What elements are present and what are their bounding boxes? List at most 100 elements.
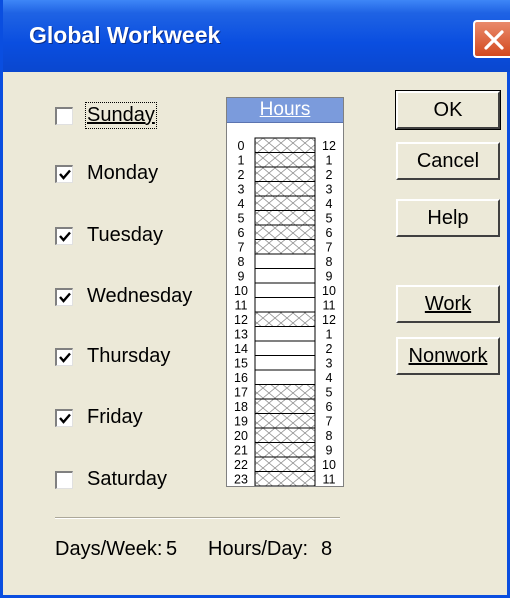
checkbox-label-sunday: Sunday (85, 102, 157, 129)
hour-label-left-11: 11 (235, 299, 248, 313)
hour-label-left-21: 21 (234, 444, 248, 458)
hour-label-left-14: 14 (234, 342, 248, 356)
days-per-week-label: Days/Week: (55, 538, 163, 560)
checkbox-box[interactable] (55, 165, 73, 183)
hour-label-right-0: 12 (322, 139, 336, 153)
hour-label-right-16: 4 (326, 371, 333, 385)
checkbox-box[interactable] (55, 107, 73, 125)
hour-cell-7[interactable] (254, 239, 316, 255)
hour-label-left-17: 17 (234, 386, 248, 400)
hour-cell-2[interactable] (254, 166, 316, 182)
days-per-week-value: 5 (166, 538, 178, 560)
hour-label-right-18: 6 (326, 400, 333, 414)
hour-label-left-0: 0 (238, 139, 245, 153)
hour-label-right-12: 12 (322, 313, 336, 327)
check-icon (59, 413, 71, 424)
hour-cell-21[interactable] (254, 442, 316, 458)
hour-label-right-4: 4 (326, 197, 333, 211)
hour-label-right-9: 9 (326, 270, 333, 284)
check-icon (59, 292, 71, 303)
hour-cell-9[interactable] (254, 268, 316, 284)
hour-cell-16[interactable] (254, 369, 316, 385)
hour-label-left-4: 4 (238, 197, 245, 211)
hours-per-day-value: 8 (321, 538, 333, 560)
hour-label-right-7: 7 (326, 241, 333, 255)
cancel-button[interactable]: Cancel (396, 142, 500, 180)
hour-label-right-1: 1 (326, 154, 333, 168)
hour-label-right-3: 3 (326, 183, 333, 197)
close-button[interactable] (473, 20, 510, 58)
hour-cell-11[interactable] (254, 297, 316, 313)
hour-label-right-15: 3 (326, 357, 333, 371)
hour-cell-13[interactable] (254, 326, 316, 342)
hour-label-left-8: 8 (238, 255, 245, 269)
hour-label-left-10: 10 (234, 284, 248, 298)
checkbox-box[interactable] (55, 471, 73, 489)
hour-label-right-17: 5 (326, 386, 333, 400)
checkbox-box[interactable] (55, 227, 73, 245)
help-button[interactable]: Help (396, 199, 500, 237)
hour-label-right-10: 10 (322, 284, 336, 298)
checkbox-label-friday: Friday (87, 406, 143, 428)
hour-label-right-6: 6 (326, 226, 333, 240)
hour-label-left-3: 3 (238, 183, 245, 197)
work-button[interactable]: Work (396, 285, 500, 323)
hour-label-left-16: 16 (234, 371, 248, 385)
hour-label-left-9: 9 (238, 270, 245, 284)
checkbox-label-thursday: Thursday (87, 345, 171, 367)
hour-label-left-18: 18 (234, 400, 248, 414)
hour-cell-1[interactable] (254, 152, 316, 168)
dialog-title: Global Workweek (29, 22, 221, 48)
hour-cell-20[interactable] (254, 427, 316, 443)
hour-cell-8[interactable] (254, 253, 316, 269)
hour-label-left-12: 12 (234, 313, 248, 327)
hour-label-right-2: 2 (326, 168, 333, 182)
hour-label-right-22: 10 (322, 458, 336, 472)
hour-cell-19[interactable] (254, 413, 316, 429)
hour-label-right-5: 5 (326, 212, 333, 226)
checkbox-label-tuesday: Tuesday (87, 224, 163, 246)
checkbox-box[interactable] (55, 348, 73, 366)
checkbox-label-wednesday: Wednesday (87, 285, 193, 307)
check-icon (59, 352, 71, 363)
hour-cell-4[interactable] (254, 195, 316, 211)
hour-cell-5[interactable] (254, 210, 316, 226)
hour-cell-10[interactable] (254, 282, 316, 298)
divider (55, 517, 340, 519)
hour-cell-12[interactable] (254, 311, 316, 327)
ok-button[interactable]: OK (395, 90, 501, 130)
hour-cell-17[interactable] (254, 384, 316, 400)
hour-cell-15[interactable] (254, 355, 316, 371)
hours-grid[interactable]: Hours 0 12 1 1 2 2 3 3 4 4 5 5 6 6 7 7 8 8 9 9 10 10 11 11 12 12 1… (226, 97, 344, 487)
hour-cell-3[interactable] (254, 181, 316, 197)
hour-cell-18[interactable] (254, 398, 316, 414)
checkbox-box[interactable] (55, 288, 73, 306)
hour-label-left-19: 19 (234, 415, 248, 429)
hours-chart[interactable]: 0 121 12 23 34 45 56 67 78 89 910 1011 1112 1213 114 21… (227, 98, 343, 486)
hour-label-left-2: 2 (238, 168, 245, 182)
check-icon (59, 169, 71, 180)
global-workweek-dialog: Global Workweek Sunday Monday Tuesday We… (0, 0, 510, 598)
hour-cell-23[interactable] (254, 471, 316, 487)
hour-label-right-14: 2 (326, 342, 333, 356)
checkbox-box[interactable] (55, 409, 73, 427)
hour-label-left-22: 22 (234, 458, 248, 472)
close-icon (484, 30, 504, 50)
hour-label-right-11: 11 (323, 299, 336, 313)
hour-label-left-6: 6 (238, 226, 245, 240)
hour-label-right-20: 8 (326, 429, 333, 443)
hour-cell-6[interactable] (254, 224, 316, 240)
hour-cell-22[interactable] (254, 456, 316, 472)
hour-cell-14[interactable] (254, 340, 316, 356)
hour-label-left-13: 13 (234, 328, 248, 342)
hour-cell-0[interactable] (254, 137, 316, 153)
checkbox-label-monday: Monday (87, 162, 159, 184)
nonwork-button[interactable]: Nonwork (396, 337, 500, 375)
hour-label-right-21: 9 (326, 444, 333, 458)
check-icon (59, 231, 71, 242)
hour-label-right-13: 1 (326, 328, 333, 342)
hour-label-left-7: 7 (238, 241, 245, 255)
hour-label-right-8: 8 (326, 255, 333, 269)
checkbox-label-saturday: Saturday (87, 468, 168, 490)
hour-label-left-1: 1 (238, 154, 245, 168)
